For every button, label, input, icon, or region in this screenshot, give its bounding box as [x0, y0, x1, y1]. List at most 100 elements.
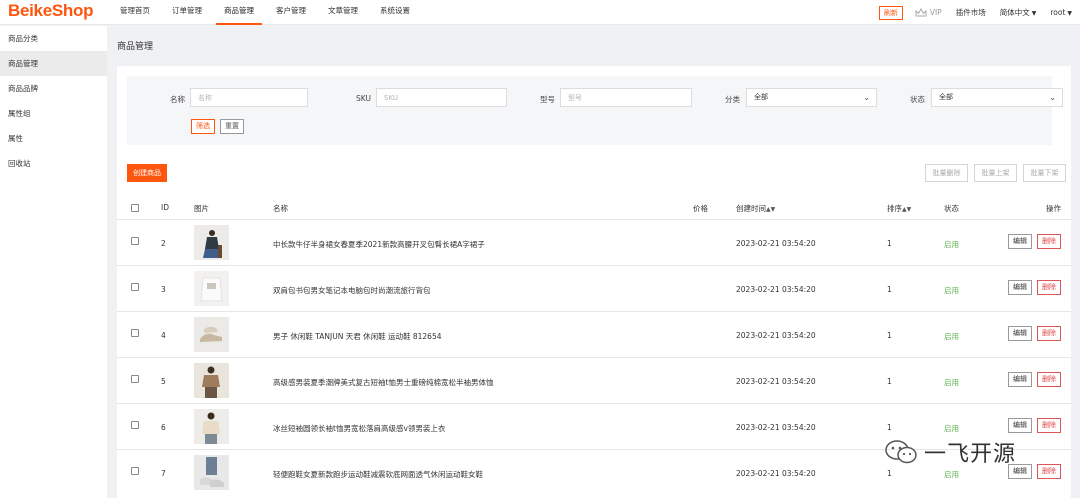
name-filter-input[interactable] [190, 88, 308, 107]
user-label: root [1050, 8, 1066, 17]
column-header-status: 状态 [944, 204, 959, 213]
watermark-text: 一飞开源 [924, 442, 1017, 467]
status-badge: 启用 [944, 240, 959, 249]
product-image[interactable] [194, 225, 229, 260]
sidebar: 商品分类 商品管理 商品品牌 属性组 属性 回收站 [0, 26, 107, 498]
filter-button[interactable]: 筛选 [191, 119, 215, 134]
product-name[interactable]: 双肩包书包男女笔记本电脑包时尚潮流旅行背包 [273, 285, 431, 296]
product-name[interactable]: 中长款牛仔半身裙女春夏季2021新款高腰开叉包臀长裙A字裙子 [273, 239, 485, 250]
column-header-created[interactable]: 创建时间▲▼ [736, 203, 775, 214]
caret-down-icon: ▼ [1031, 10, 1037, 17]
product-name[interactable]: 冰丝短袖圆领长袖t恤男宽松落肩高级感v领男装上衣 [273, 423, 445, 434]
created-time: 2023-02-21 03:54:20 [736, 469, 816, 478]
product-image[interactable] [194, 317, 229, 352]
status-badge: 启用 [944, 424, 959, 433]
model-filter-label: 型号 [540, 95, 555, 104]
product-name[interactable]: 高级感男装夏季潮牌美式复古短袖t恤男士重磅纯棉宽松半袖男体恤 [273, 377, 493, 388]
nav-item-orders[interactable]: 订单管理 [164, 0, 210, 25]
refresh-button[interactable]: 刷新 [878, 5, 903, 20]
column-header-action: 操作 [1046, 204, 1061, 213]
sidebar-item-recycle-bin[interactable]: 回收站 [0, 151, 107, 176]
chevron-down-icon: ⌄ [863, 93, 870, 102]
column-header-price: 价格 [693, 204, 708, 213]
crown-icon [915, 7, 927, 16]
page-title: 商品管理 [117, 42, 154, 52]
row-checkbox[interactable] [131, 375, 139, 383]
status-filter-label: 状态 [910, 95, 925, 104]
top-navbar: BeikeShop 管理首页 订单管理 商品管理 客户管理 文章管理 系统设置 … [0, 0, 1080, 25]
top-right-area: 刷新 VIP 插件市场 简体中文 ▼ root ▼ [878, 0, 1074, 25]
product-name[interactable]: 男子 休闲鞋 TANJUN 天君 休闲鞋 运动鞋 812654 [273, 331, 442, 342]
delete-button[interactable]: 删除 [1037, 280, 1061, 295]
table-row: 2 中长款牛仔半身裙女春夏季2021新款高腰开叉包臀长裙A字裙子 2023-02… [117, 219, 1071, 265]
sidebar-item-products[interactable]: 商品管理 [0, 51, 107, 76]
sidebar-item-brands[interactable]: 商品品牌 [0, 76, 107, 101]
row-checkbox[interactable] [131, 329, 139, 337]
sort-icon: ▲▼ [766, 206, 776, 213]
product-image[interactable] [194, 363, 229, 398]
row-checkbox[interactable] [131, 467, 139, 475]
wechat-watermark: 一飞开源 [884, 437, 1016, 467]
created-time: 2023-02-21 03:54:20 [736, 423, 816, 432]
user-dropdown[interactable]: root ▼ [1050, 8, 1072, 17]
language-dropdown[interactable]: 简体中文 ▼ [1000, 7, 1037, 18]
category-filter-value: 全部 [754, 93, 768, 101]
table-header: ID 图片 名称 价格 创建时间▲▼ 排序▲▼ 状态 操作 [117, 199, 1071, 219]
edit-button[interactable]: 编辑 [1008, 372, 1032, 387]
product-image[interactable] [194, 409, 229, 444]
sidebar-item-attribute-groups[interactable]: 属性组 [0, 101, 107, 126]
nav-item-settings[interactable]: 系统设置 [372, 0, 418, 25]
batch-delete-button[interactable]: 批量删除 [925, 164, 968, 182]
row-checkbox[interactable] [131, 237, 139, 245]
delete-button[interactable]: 删除 [1037, 372, 1061, 387]
plugin-market-link[interactable]: 插件市场 [956, 7, 986, 18]
row-checkbox[interactable] [131, 283, 139, 291]
create-product-button[interactable]: 创建商品 [127, 164, 167, 182]
model-filter-input[interactable] [560, 88, 692, 107]
name-filter-label: 名称 [170, 95, 185, 104]
delete-button[interactable]: 删除 [1037, 464, 1061, 479]
nav-item-dashboard[interactable]: 管理首页 [112, 0, 158, 25]
created-time: 2023-02-21 03:54:20 [736, 285, 816, 294]
product-image[interactable] [194, 271, 229, 306]
edit-button[interactable]: 编辑 [1008, 280, 1032, 295]
delete-button[interactable]: 删除 [1037, 326, 1061, 341]
sort-order: 1 [887, 285, 892, 294]
reset-button[interactable]: 重置 [220, 119, 244, 134]
sidebar-item-categories[interactable]: 商品分类 [0, 26, 107, 51]
category-filter-select[interactable]: 全部 ⌄ [746, 88, 877, 107]
vip-label: VIP [929, 8, 942, 17]
status-badge: 启用 [944, 286, 959, 295]
sort-order: 1 [887, 377, 892, 386]
batch-unpublish-button[interactable]: 批量下架 [1023, 164, 1066, 182]
status-badge: 启用 [944, 332, 959, 341]
nav-item-articles[interactable]: 文章管理 [320, 0, 366, 25]
status-filter-value: 全部 [939, 93, 953, 101]
delete-button[interactable]: 删除 [1037, 234, 1061, 249]
sort-order: 1 [887, 469, 892, 478]
select-all-checkbox[interactable] [131, 204, 139, 212]
table-row: 5 高级感男装夏季潮牌美式复古短袖t恤男士重磅纯棉宽松半袖男体恤 2023-02… [117, 357, 1071, 403]
column-header-sort[interactable]: 排序▲▼ [887, 203, 911, 214]
wechat-icon [885, 440, 917, 464]
sku-filter-input[interactable] [376, 88, 507, 107]
row-id: 7 [161, 469, 166, 478]
batch-publish-button[interactable]: 批量上架 [974, 164, 1017, 182]
app-logo[interactable]: BeikeShop [8, 1, 93, 21]
row-id: 3 [161, 285, 166, 294]
delete-button[interactable]: 删除 [1037, 418, 1061, 433]
status-badge: 启用 [944, 378, 959, 387]
nav-item-customers[interactable]: 客户管理 [268, 0, 314, 25]
row-id: 5 [161, 377, 166, 386]
row-checkbox[interactable] [131, 421, 139, 429]
status-filter-select[interactable]: 全部 ⌄ [931, 88, 1063, 107]
product-image[interactable] [194, 455, 229, 490]
sku-filter-label: SKU [356, 94, 371, 103]
product-name[interactable]: 轻便跑鞋女夏新款跑步运动鞋减震软底网面透气休闲运动鞋女鞋 [273, 469, 483, 480]
sidebar-item-attributes[interactable]: 属性 [0, 126, 107, 151]
nav-item-products[interactable]: 商品管理 [216, 0, 262, 25]
edit-button[interactable]: 编辑 [1008, 418, 1032, 433]
edit-button[interactable]: 编辑 [1008, 326, 1032, 341]
edit-button[interactable]: 编辑 [1008, 234, 1032, 249]
vip-link[interactable]: VIP [915, 7, 942, 18]
